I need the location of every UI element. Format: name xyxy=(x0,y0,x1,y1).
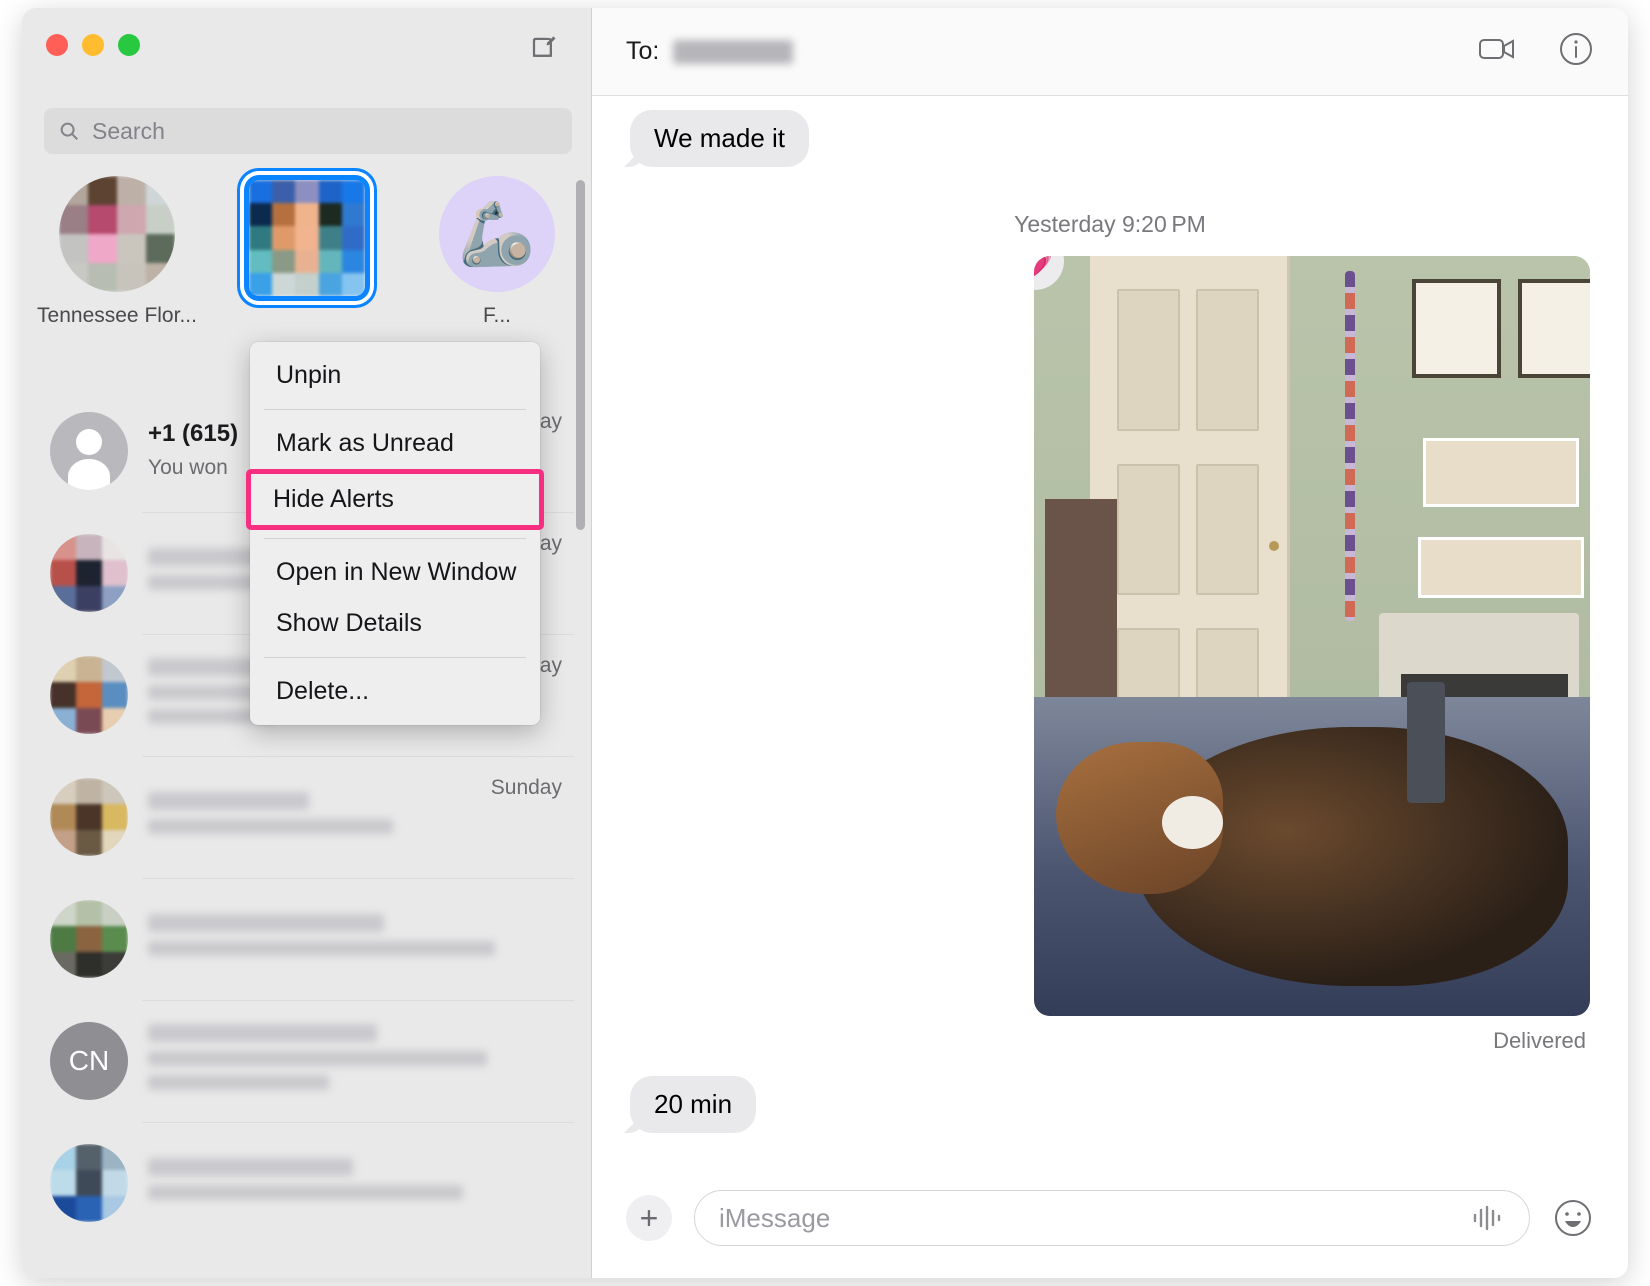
menu-item-mark-as-unread[interactable]: Mark as Unread xyxy=(250,418,540,469)
avatar xyxy=(50,656,128,734)
list-item[interactable] xyxy=(22,878,584,1000)
sidebar-scrollbar[interactable] xyxy=(576,180,585,530)
close-button[interactable] xyxy=(46,34,68,56)
menu-item-open-in-new-window[interactable]: Open in New Window xyxy=(250,547,540,598)
zoom-button[interactable] xyxy=(118,34,140,56)
audio-waveform-icon[interactable] xyxy=(1471,1205,1505,1231)
pinned-item-label: Tennessee Flor... xyxy=(37,304,197,327)
day-timestamp: Yesterday 9:20 PM xyxy=(1014,211,1206,237)
conversation-time: ay xyxy=(539,410,562,433)
message-row-incoming: 20 min xyxy=(630,1076,1594,1133)
sidebar: Search Tennessee Flor... 🦾 F... +1 (615)… xyxy=(22,8,592,1278)
pinned-item-label: F... xyxy=(482,304,511,327)
menu-separator xyxy=(264,657,526,658)
pinned-item-selected[interactable] xyxy=(212,180,402,308)
messages-window: Search Tennessee Flor... 🦾 F... +1 (615)… xyxy=(22,8,1628,1278)
compose-icon[interactable] xyxy=(527,30,561,64)
list-item[interactable]: CN xyxy=(22,1000,584,1122)
message-thread: We made it Yesterday 9:20 PM 💗 Delivered… xyxy=(592,96,1628,1158)
mechanical-arm-icon: 🦾 xyxy=(458,199,536,269)
message-composer: + iMessage xyxy=(592,1158,1628,1278)
menu-item-hide-alerts[interactable]: Hide Alerts xyxy=(246,469,544,530)
avatar xyxy=(249,180,365,296)
avatar xyxy=(50,900,128,978)
list-item[interactable] xyxy=(22,1122,584,1244)
search-icon xyxy=(60,122,78,140)
menu-separator xyxy=(264,538,526,539)
window-traffic-lights xyxy=(46,34,140,56)
delivery-status: Delivered xyxy=(1493,1028,1586,1053)
plus-icon[interactable]: + xyxy=(626,1195,672,1241)
message-row-photo: 💗 xyxy=(626,256,1594,1016)
avatar xyxy=(59,176,175,292)
context-menu[interactable]: Unpin Mark as Unread Hide Alerts Open in… xyxy=(246,342,544,725)
conversation-time: Sunday xyxy=(490,776,562,799)
imessage-input[interactable]: iMessage xyxy=(694,1190,1530,1246)
info-circle-icon[interactable] xyxy=(1558,31,1594,72)
avatar xyxy=(50,534,128,612)
minimize-button[interactable] xyxy=(82,34,104,56)
imessage-placeholder: iMessage xyxy=(719,1202,831,1233)
menu-item-unpin[interactable]: Unpin xyxy=(250,350,540,401)
menu-item-show-details[interactable]: Show Details xyxy=(250,598,540,649)
search-input[interactable]: Search xyxy=(44,108,572,154)
avatar xyxy=(50,1144,128,1222)
conversation-pane: To: We made it Yesterday 9:20 PM 💗 Deliv… xyxy=(592,8,1628,1278)
pinned-item-f[interactable]: 🦾 F... xyxy=(402,176,592,328)
list-item[interactable]: Sunday xyxy=(22,756,584,878)
avatar: CN xyxy=(50,1022,128,1100)
message-bubble: We made it xyxy=(630,110,810,167)
conversation-time: ay xyxy=(539,532,562,555)
pinned-item-tennessee[interactable]: Tennessee Flor... xyxy=(22,176,212,328)
conversation-header: To: xyxy=(592,8,1628,96)
to-label: To: xyxy=(626,37,660,65)
person-avatar-icon xyxy=(50,412,128,490)
mechanical-arm-emoji-avatar: 🦾 xyxy=(439,176,555,292)
recipient-field[interactable] xyxy=(673,39,794,64)
video-camera-icon[interactable] xyxy=(1478,34,1518,69)
photo-attachment[interactable]: 💗 xyxy=(1034,256,1590,1016)
menu-item-delete[interactable]: Delete... xyxy=(250,666,540,717)
message-bubble: 20 min xyxy=(630,1076,757,1133)
menu-separator xyxy=(264,409,526,410)
emoji-smiley-icon[interactable] xyxy=(1552,1197,1594,1239)
message-row-incoming: We made it xyxy=(630,110,1594,167)
search-placeholder: Search xyxy=(92,117,165,144)
avatar-initials: CN xyxy=(68,1045,110,1076)
avatar xyxy=(50,778,128,856)
